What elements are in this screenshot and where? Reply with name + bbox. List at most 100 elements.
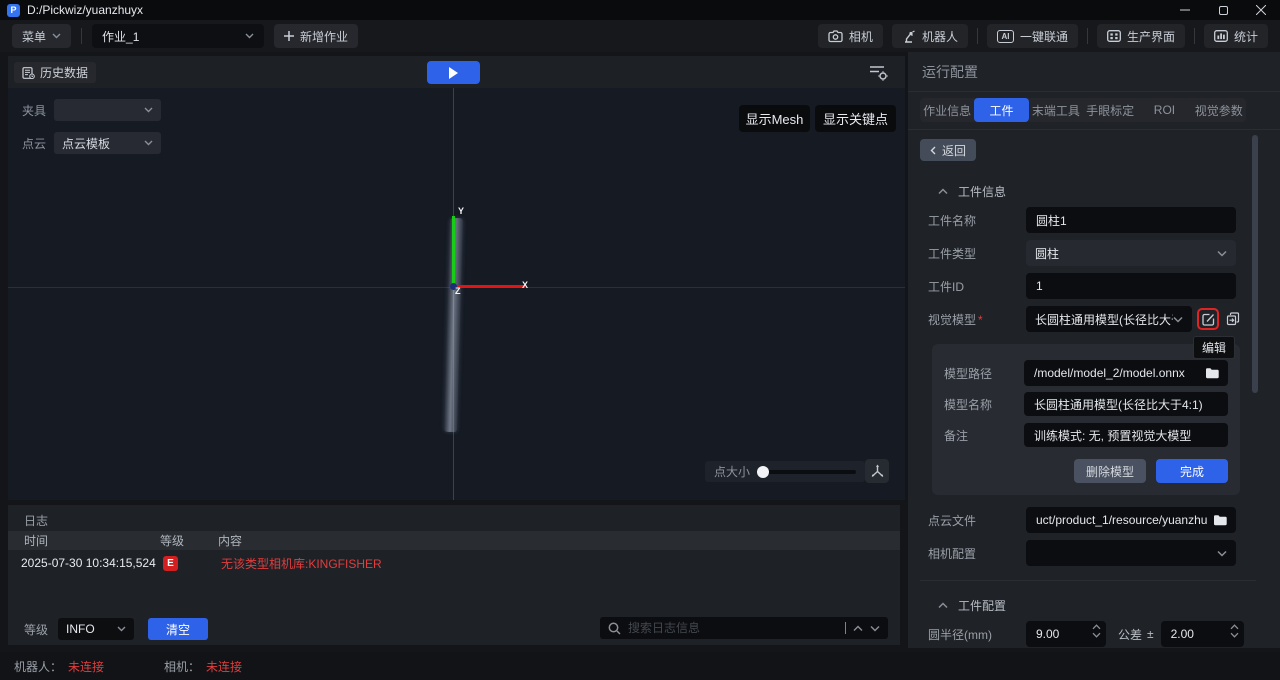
edit-model-button[interactable]: 编辑 [1197,308,1219,330]
stats-button[interactable]: 统计 [1204,24,1268,48]
workpiece-id-input[interactable] [1026,273,1236,299]
log-row[interactable]: 2025-07-30 10:34:15,524 E 无该类型相机库:KINGFI… [8,553,900,573]
model-path-row: 模型路径 /model/model_2/model.onnx [944,361,1228,385]
fixture-select[interactable] [54,99,161,121]
chevron-down-icon[interactable] [870,625,880,632]
tab-label: 手眼标定 [1086,102,1134,119]
add-job-button[interactable]: 新增作业 [274,24,358,48]
robot-status-label: 机器人： [14,658,62,675]
vision-model-value: 长圆柱通用模型(长径比大于4:1) [1035,311,1173,328]
workpiece-config-section-header[interactable]: 工件配置 [938,597,1280,614]
camera-config-select[interactable] [1026,540,1236,566]
panel-scrollbar[interactable] [1252,135,1258,393]
log-search-box [600,617,888,639]
chevron-down-icon[interactable] [1230,632,1239,638]
run-button[interactable] [427,61,480,84]
delete-model-button[interactable]: 删除模型 [1074,459,1146,483]
toolbar-divider [1087,28,1088,44]
radius-value: 9.00 [1036,627,1059,641]
log-level-select[interactable]: INFO [58,618,134,640]
pointcloud-row: 点云 点云模板 [22,132,161,154]
titlebar: P D:/Pickwiz/yuanzhuyx [0,0,1280,20]
log-row-level: E [163,556,221,571]
ai-icon: AI [997,30,1014,43]
folder-icon[interactable] [1213,514,1228,526]
history-data-button[interactable]: 历史数据 [14,62,96,83]
camera-button[interactable]: 相机 [818,24,883,48]
tolerance-stepper[interactable] [1230,624,1239,638]
tab-end-tool[interactable]: 末端工具 [1029,98,1083,122]
tab-hand-eye-calib[interactable]: 手眼标定 [1083,98,1137,122]
slider-thumb[interactable] [757,466,769,478]
menu-button[interactable]: 菜单 [12,24,71,48]
job-select[interactable]: 作业_1 [92,24,264,48]
maximize-icon[interactable] [1204,0,1242,20]
robot-status-value: 未连接 [68,658,104,675]
workpiece-id-label: 工件ID [928,278,1026,295]
chevron-down-icon[interactable] [1092,632,1101,638]
add-job-label: 新增作业 [300,28,348,45]
log-col-time: 时间 [8,532,160,549]
history-data-label: 历史数据 [40,64,88,81]
tab-workpiece[interactable]: 工件 [974,98,1028,122]
log-title: 日志 [24,512,48,529]
production-button[interactable]: 生产界面 [1097,24,1185,48]
chevron-down-icon [117,626,126,632]
model-name-input[interactable] [1024,392,1228,416]
tolerance-input[interactable]: 2.00 [1161,621,1244,647]
show-mesh-label: 显示Mesh [746,109,804,128]
workpiece-id-row: 工件ID [928,273,1236,299]
import-model-button[interactable] [1222,308,1244,330]
show-keypoints-button[interactable]: 显示关键点 [815,105,896,132]
folder-icon[interactable] [1205,367,1220,379]
tab-job-info[interactable]: 作业信息 [920,98,974,122]
point-size-slider[interactable] [758,470,856,474]
vision-model-select[interactable]: 长圆柱通用模型(长径比大于4:1) [1026,306,1192,332]
minimize-icon[interactable] [1166,0,1204,20]
tab-label: ROI [1154,103,1175,117]
log-search-input[interactable] [628,621,838,635]
pointcloud-file-input[interactable]: uct/product_1/resource/yuanzhu.ply [1026,507,1236,533]
radius-label: 圆半径(mm) [928,626,1026,643]
app-window: P D:/Pickwiz/yuanzhuyx 菜单 作业_1 新增作业 相机 [0,0,1280,680]
chevron-down-icon [1173,316,1183,323]
radius-input[interactable]: 9.00 [1026,621,1106,647]
log-row-time: 2025-07-30 10:34:15,524 [8,556,163,570]
axis-view-button[interactable] [865,459,889,483]
ai-connect-button[interactable]: AI 一键联通 [987,24,1078,48]
workpiece-type-select[interactable]: 圆柱 [1026,240,1236,266]
chevron-left-icon [930,146,936,155]
camera-label: 相机 [849,28,873,45]
radius-stepper[interactable] [1092,624,1101,638]
chevron-down-icon [144,107,153,113]
tab-roi[interactable]: ROI [1137,98,1191,122]
display-settings-icon[interactable] [867,63,889,81]
tab-vision-params[interactable]: 视觉参数 [1192,98,1246,122]
panel-title: 运行配置 [908,52,1280,92]
model-remark-input[interactable] [1024,423,1228,447]
workpiece-name-label: 工件名称 [928,212,1026,229]
back-button[interactable]: 返回 [920,139,976,161]
play-icon [449,67,458,79]
close-icon[interactable] [1242,0,1280,20]
viewport-3d[interactable]: 历史数据 夹具 点云 点云模板 显示Mesh 显示关键点 Y [8,56,905,500]
pointcloud-select[interactable]: 点云模板 [54,132,161,154]
show-mesh-button[interactable]: 显示Mesh [739,105,810,132]
chevron-up-icon[interactable] [853,625,863,632]
finish-button[interactable]: 完成 [1156,459,1228,483]
workpiece-info-section-header[interactable]: 工件信息 [938,183,1280,200]
search-icon [608,622,621,635]
axis-y-label: Y [458,206,464,216]
camera-status-label: 相机： [164,658,200,675]
window-title: D:/Pickwiz/yuanzhuyx [27,3,143,17]
robot-button[interactable]: 机器人 [892,24,968,48]
chevron-up-icon[interactable] [1230,624,1239,630]
clear-log-button[interactable]: 清空 [148,618,208,640]
chevron-down-icon [245,33,254,39]
model-path-input[interactable]: /model/model_2/model.onnx [1024,360,1228,386]
import-file-icon [1226,312,1240,326]
search-divider [845,622,846,634]
chevron-up-icon[interactable] [1092,624,1101,630]
workpiece-name-input[interactable] [1026,207,1236,233]
section-title-label: 工件信息 [958,183,1006,200]
